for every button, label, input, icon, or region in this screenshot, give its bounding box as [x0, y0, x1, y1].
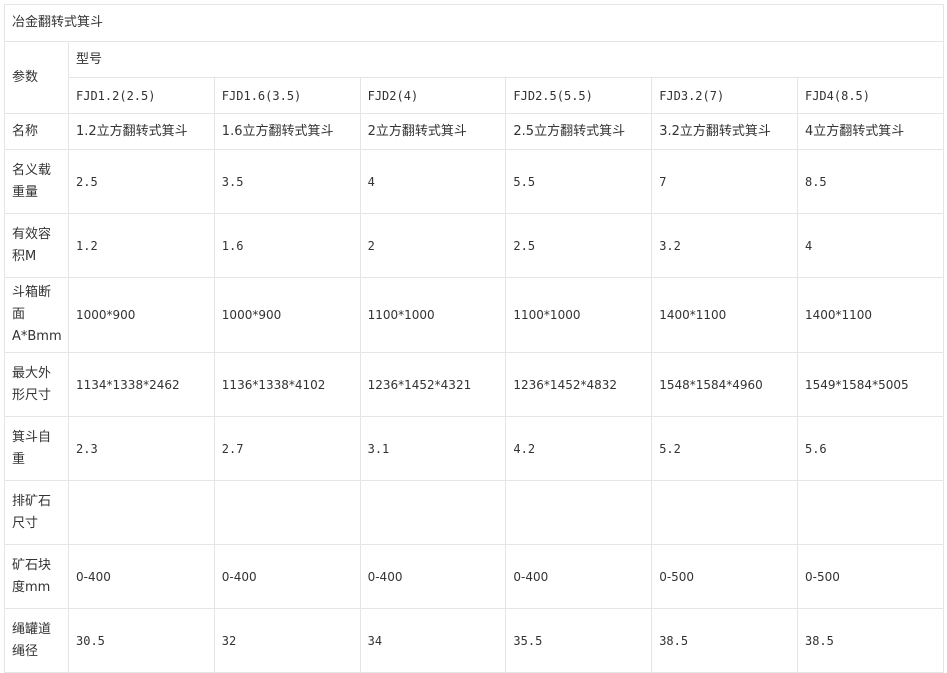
table-cell: 1100*1000 — [505, 277, 653, 353]
row-label: 斗箱断面A*Bmm — [4, 277, 69, 353]
table-cell — [68, 480, 215, 545]
model-cell: FJD1.2(2.5) — [68, 77, 215, 114]
table-cell: 1548*1584*4960 — [651, 352, 798, 417]
table-row: 矿石块度mm 0-400 0-400 0-400 0-400 0-500 0-5… — [4, 544, 944, 609]
table-cell: 2.3 — [68, 416, 215, 481]
row-label: 箕斗自重 — [4, 416, 69, 481]
model-cell: FJD1.6(3.5) — [213, 77, 361, 114]
table-cell: 3.2 — [651, 213, 798, 278]
table-cell: 2立方翻转式箕斗 — [359, 113, 507, 150]
table-cell: 30.5 — [68, 608, 215, 673]
row-label: 名义载重量 — [4, 149, 69, 214]
table-row: 斗箱断面A*Bmm 1000*900 1000*900 1100*1000 11… — [4, 277, 944, 353]
table-cell: 2.5立方翻转式箕斗 — [505, 113, 653, 150]
table-cell: 1549*1584*5005 — [796, 352, 944, 417]
header-row: 参数 型号 — [4, 41, 944, 114]
row-label: 名称 — [4, 113, 69, 150]
table-cell: 1400*1100 — [651, 277, 798, 353]
table-cell: 1.6 — [213, 213, 361, 278]
table-cell — [213, 480, 361, 545]
spec-table: 冶金翻转式箕斗 参数 型号 FJD1.2(2.5) FJD1.6(3.5) FJ… — [4, 4, 944, 673]
table-cell: 1.2立方翻转式箕斗 — [68, 113, 215, 150]
table-cell: 1.2 — [68, 213, 215, 278]
table-cell — [651, 480, 798, 545]
table-cell: 1100*1000 — [359, 277, 507, 353]
table-cell: 1236*1452*4832 — [505, 352, 653, 417]
row-label: 最大外形尺寸 — [4, 352, 69, 417]
model-label: 型号 — [68, 41, 944, 78]
table-row: 最大外形尺寸 1134*1338*2462 1136*1338*4102 123… — [4, 352, 944, 417]
table-cell: 0-400 — [213, 544, 361, 609]
table-cell: 2.5 — [505, 213, 653, 278]
table-cell: 2.7 — [213, 416, 361, 481]
table-cell: 35.5 — [505, 608, 653, 673]
table-row: 箕斗自重 2.3 2.7 3.1 4.2 5.2 5.6 — [4, 416, 944, 481]
table-cell — [505, 480, 653, 545]
row-label: 绳罐道绳径 — [4, 608, 69, 673]
table-cell: 0-400 — [359, 544, 507, 609]
table-cell: 5.6 — [796, 416, 944, 481]
table-cell — [796, 480, 944, 545]
table-row: 名称 1.2立方翻转式箕斗 1.6立方翻转式箕斗 2立方翻转式箕斗 2.5立方翻… — [4, 113, 944, 150]
table-cell: 0-400 — [505, 544, 653, 609]
table-cell: 8.5 — [796, 149, 944, 214]
table-cell: 32 — [213, 608, 361, 673]
table-cell: 5.5 — [505, 149, 653, 214]
table-cell: 0-500 — [796, 544, 944, 609]
table-cell: 34 — [359, 608, 507, 673]
param-label: 参数 — [4, 41, 69, 114]
table-cell: 0-400 — [68, 544, 215, 609]
table-row: 名义载重量 2.5 3.5 4 5.5 7 8.5 — [4, 149, 944, 214]
table-cell: 0-500 — [651, 544, 798, 609]
table-cell: 4 — [796, 213, 944, 278]
table-cell: 2.5 — [68, 149, 215, 214]
table-cell: 1000*900 — [213, 277, 361, 353]
table-cell: 7 — [651, 149, 798, 214]
table-cell: 4立方翻转式箕斗 — [796, 113, 944, 150]
table-cell: 5.2 — [651, 416, 798, 481]
table-cell: 4.2 — [505, 416, 653, 481]
table-cell: 38.5 — [796, 608, 944, 673]
table-cell: 1000*900 — [68, 277, 215, 353]
table-cell: 3.1 — [359, 416, 507, 481]
table-row: 排矿石尺寸 — [4, 480, 944, 545]
table-cell: 2 — [359, 213, 507, 278]
model-cell: FJD2(4) — [359, 77, 507, 114]
table-row: 有效容积M 1.2 1.6 2 2.5 3.2 4 — [4, 213, 944, 278]
table-cell: 1.6立方翻转式箕斗 — [213, 113, 361, 150]
table-cell: 1134*1338*2462 — [68, 352, 215, 417]
model-cell: FJD3.2(7) — [651, 77, 798, 114]
table-cell: 1136*1338*4102 — [213, 352, 361, 417]
table-title: 冶金翻转式箕斗 — [4, 4, 944, 42]
table-cell: 4 — [359, 149, 507, 214]
model-cell: FJD4(8.5) — [796, 77, 944, 114]
model-row: FJD1.2(2.5) FJD1.6(3.5) FJD2(4) FJD2.5(5… — [5, 77, 944, 114]
row-label: 有效容积M — [4, 213, 69, 278]
table-cell: 1400*1100 — [796, 277, 944, 353]
row-label: 矿石块度mm — [4, 544, 69, 609]
title-row: 冶金翻转式箕斗 — [4, 4, 944, 42]
table-cell: 3.2立方翻转式箕斗 — [651, 113, 798, 150]
table-cell: 1236*1452*4321 — [359, 352, 507, 417]
table-row: 绳罐道绳径 30.5 32 34 35.5 38.5 38.5 — [4, 608, 944, 673]
table-cell — [359, 480, 507, 545]
table-cell: 3.5 — [213, 149, 361, 214]
table-cell: 38.5 — [651, 608, 798, 673]
model-cell: FJD2.5(5.5) — [505, 77, 653, 114]
row-label: 排矿石尺寸 — [4, 480, 69, 545]
